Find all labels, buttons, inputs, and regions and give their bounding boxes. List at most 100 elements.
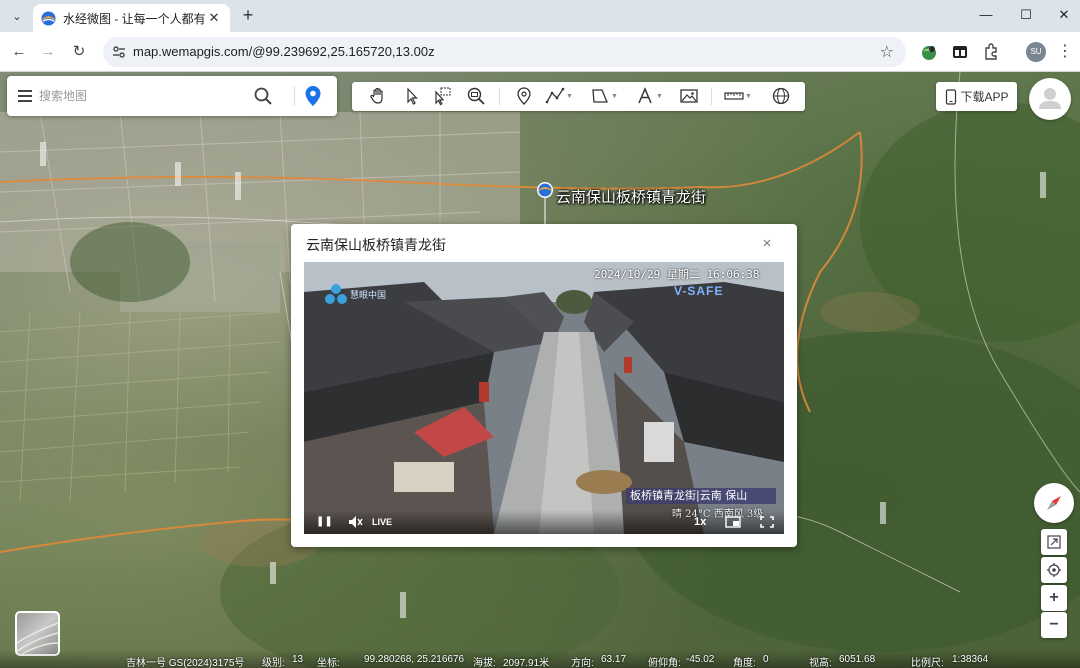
reload-icon[interactable]: ↻	[67, 40, 91, 64]
camera-popup: 云南保山板桥镇青龙街 × 慧眼中国 2024/10/29 星期二 16:06:3…	[291, 224, 797, 547]
download-app-label: 下载APP	[960, 90, 1009, 104]
search-divider	[294, 86, 295, 106]
map-viewport[interactable]: ▼ ▼ ▼ ▼ 下载APP	[0, 72, 1080, 668]
pause-icon[interactable]: ❚❚	[316, 513, 333, 531]
imagery-source: 吉林一号 GS(2024)3175号	[126, 658, 245, 668]
maximize-icon[interactable]: ☐	[1016, 6, 1036, 24]
zoom-in-button[interactable]: +	[1041, 585, 1067, 611]
globe-tool[interactable]	[771, 85, 791, 107]
image-tool[interactable]	[679, 85, 699, 107]
fullscreen-icon[interactable]	[759, 513, 775, 531]
scale-value: 1:38364	[952, 654, 989, 665]
text-a-icon	[638, 87, 652, 104]
coord-label: 坐标:	[317, 658, 340, 668]
muted-speaker-icon[interactable]	[347, 513, 363, 531]
camera-location-caption: 板桥镇青龙街|云南 保山	[626, 488, 776, 504]
pitch-label: 俯仰角:	[648, 658, 681, 668]
hamburger-menu-icon[interactable]	[16, 87, 34, 105]
zoom-out-button[interactable]: −	[1041, 612, 1067, 638]
ruler-icon	[724, 92, 744, 100]
roll-value: 0	[763, 654, 769, 665]
level-value: 13	[292, 654, 304, 665]
popup-close-icon[interactable]: ×	[760, 236, 774, 251]
basemap-thumbnail-icon	[16, 622, 59, 655]
video-controls: ❚❚ LIVE 1x	[304, 510, 784, 534]
extensions-puzzle-icon[interactable]	[981, 42, 1001, 62]
new-tab-button[interactable]: +	[238, 5, 258, 25]
roll-label: 角度:	[733, 658, 756, 668]
browser-tab[interactable]: 水经微图 - 让每一个人都有自己的地图 ✕	[33, 4, 230, 32]
scale-label: 比例尺:	[911, 658, 944, 668]
address-bar[interactable]: map.wemapgis.com/@99.239692,25.165720,13…	[103, 37, 906, 67]
text-tool[interactable]: ▼	[635, 85, 663, 107]
profile-avatar[interactable]: SU	[1026, 42, 1046, 62]
image-icon	[680, 89, 698, 103]
globe-icon	[772, 87, 790, 105]
url-text[interactable]: map.wemapgis.com/@99.239692,25.165720,13…	[133, 44, 435, 59]
pitch-value: -45.02	[686, 654, 715, 665]
pointer-icon	[407, 87, 418, 105]
pan-hand-tool[interactable]	[368, 85, 388, 107]
locate-me-button[interactable]	[1041, 557, 1067, 583]
hand-icon	[370, 87, 383, 104]
tools-divider	[711, 88, 712, 105]
popup-title: 云南保山板桥镇青龙街	[306, 237, 446, 253]
user-avatar[interactable]	[1029, 78, 1071, 120]
magnifier-icon	[467, 87, 485, 105]
browser-tabbar: ⌄ 水经微图 - 让每一个人都有自己的地图 ✕ + — ☐ ✕	[0, 0, 1080, 32]
polygon-icon	[592, 89, 608, 103]
elevation-value: 2097.91米	[503, 658, 550, 668]
tab-title: 水经微图 - 让每一个人都有自己的地图	[63, 11, 206, 26]
camera-marker-icon[interactable]	[535, 180, 555, 200]
live-video-player[interactable]: 慧眼中国 2024/10/29 星期二 16:06:38 V-SAFE 板桥镇青…	[304, 262, 784, 534]
chevron-down-icon: ▼	[566, 92, 573, 100]
browser-menu-icon[interactable]: ⋮	[1057, 42, 1073, 62]
select-pointer-tool[interactable]	[402, 85, 422, 107]
browser-toolbar: ← → ↻ map.wemapgis.com/@99.239692,25.165…	[0, 32, 1080, 72]
draw-line-tool[interactable]: ▼	[545, 85, 573, 107]
polyline-icon	[545, 87, 565, 104]
elevation-label: 海拔:	[473, 658, 496, 668]
camera-brand-watermark: V-SAFE	[674, 284, 724, 298]
phone-icon	[946, 88, 957, 105]
tab-close-icon[interactable]: ✕	[206, 10, 222, 26]
bookmark-star-icon[interactable]: ☆	[880, 42, 894, 62]
wemap-favicon-icon	[41, 10, 56, 26]
place-marker-tool[interactable]	[514, 85, 534, 107]
pointer-box-icon	[435, 87, 451, 106]
level-label: 级别:	[262, 658, 285, 668]
location-pin-icon[interactable]	[303, 85, 323, 107]
camera-timestamp: 2024/10/29 星期二 16:06:38	[594, 268, 760, 281]
extension-reader-icon[interactable]	[950, 42, 970, 62]
select-box-tool[interactable]	[432, 85, 452, 107]
draw-polygon-tool[interactable]: ▼	[590, 85, 618, 107]
tab-search-button[interactable]: ⌄	[6, 5, 28, 27]
map-search-box	[7, 76, 337, 116]
altitude-label: 视高:	[809, 658, 832, 668]
zoom-search-tool[interactable]	[466, 85, 486, 107]
picture-in-picture-icon[interactable]	[725, 513, 741, 531]
chevron-down-icon: ▼	[656, 92, 663, 100]
crosshair-icon	[1047, 563, 1061, 577]
fullscreen-map-button[interactable]	[1041, 529, 1067, 555]
map-status-bar: 吉林一号 GS(2024)3175号 级别: 13 坐标: 99.280268,…	[0, 650, 1080, 668]
chevron-down-icon: ▼	[745, 92, 752, 100]
map-tools-bar: ▼ ▼ ▼ ▼	[352, 82, 805, 111]
forward-arrow-icon[interactable]: →	[36, 40, 60, 64]
back-arrow-icon[interactable]: ←	[7, 40, 31, 64]
site-settings-icon[interactable]	[110, 43, 128, 61]
marker-icon	[517, 87, 531, 105]
chevron-down-icon: ▼	[611, 92, 618, 100]
download-app-button[interactable]: 下载APP	[936, 82, 1017, 111]
measure-tool[interactable]: ▼	[724, 85, 752, 107]
window-close-icon[interactable]: ✕	[1054, 6, 1074, 24]
minimize-icon[interactable]: —	[976, 6, 996, 24]
extension-globe-icon[interactable]	[919, 42, 939, 62]
compass-button[interactable]	[1034, 483, 1074, 523]
map-search-input[interactable]	[39, 86, 249, 106]
camera-brand-text: 慧眼中国	[350, 290, 387, 300]
playback-speed-button[interactable]: 1x	[694, 513, 706, 531]
heading-value: 63.17	[601, 654, 627, 665]
marker-label[interactable]: 云南保山板桥镇青龙街	[556, 186, 706, 207]
search-icon[interactable]	[253, 86, 273, 106]
